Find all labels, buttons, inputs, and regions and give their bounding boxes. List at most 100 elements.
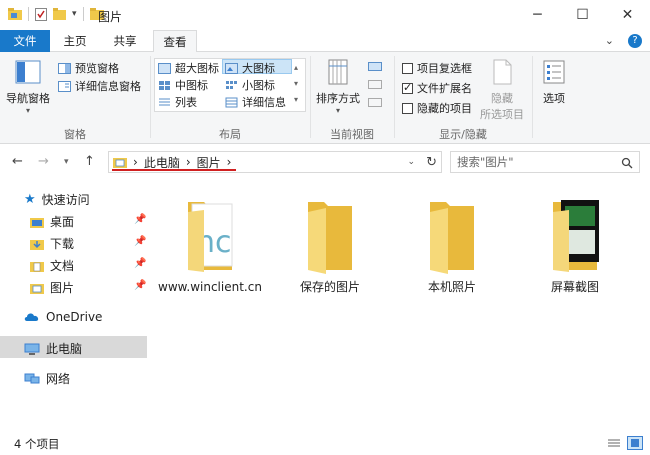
maximize-button[interactable]: ☐ bbox=[560, 0, 605, 30]
nav-pictures[interactable]: 图片 bbox=[30, 279, 74, 296]
folder-icon bbox=[430, 202, 474, 274]
group-label-layout: 布局 bbox=[219, 128, 241, 141]
file-extensions-label: 文件扩展名 bbox=[417, 82, 472, 95]
nav-quick-access[interactable]: ★ 快速访问 bbox=[24, 191, 90, 208]
details-label: 详细信息 bbox=[242, 96, 286, 109]
item-name: www.winclient.cn bbox=[158, 280, 262, 294]
hidden-items-checkbox[interactable] bbox=[402, 102, 413, 114]
content-area: nc www.winclient.cn 保存的图片 本机照片 屏幕截图 bbox=[150, 180, 650, 430]
recent-locations-icon[interactable]: ▾ bbox=[64, 157, 69, 167]
onedrive-cloud-icon bbox=[24, 313, 39, 321]
breadcrumb-this-pc[interactable]: 此电脑 bbox=[144, 154, 180, 171]
details-pane-label: 详细信息窗格 bbox=[75, 80, 141, 93]
nav-desktop[interactable]: 桌面 bbox=[30, 213, 74, 230]
options-label: 选项 bbox=[543, 92, 565, 105]
dropdown-arrow-icon: ▾ bbox=[335, 106, 340, 115]
tab-share[interactable]: 共享 bbox=[105, 30, 145, 52]
ribbon: 导航窗格 ▾ 预览窗格 详细信息窗格 窗格 超大图标 大图标 中图标 小图标 列… bbox=[0, 52, 650, 144]
preview-pane-button[interactable]: 预览窗格 bbox=[58, 60, 119, 76]
details-pane-icon bbox=[58, 80, 71, 92]
hide-selected-button[interactable]: 隐藏 所选项目 bbox=[480, 58, 524, 122]
nav-onedrive[interactable]: OneDrive bbox=[24, 310, 102, 324]
pictures-location-icon bbox=[113, 158, 127, 168]
folder-item[interactable]: 保存的图片 bbox=[275, 194, 385, 294]
collapse-ribbon-icon[interactable]: ⌄ bbox=[605, 34, 614, 48]
options-button[interactable]: 选项 bbox=[540, 58, 568, 106]
add-columns-icon[interactable] bbox=[368, 80, 382, 89]
properties-icon[interactable] bbox=[35, 7, 47, 21]
window-controls: ─ ☐ ✕ bbox=[515, 0, 650, 30]
layout-details[interactable]: 详细信息 bbox=[225, 94, 286, 110]
refresh-icon[interactable]: ↻ bbox=[426, 155, 437, 170]
nav-pane-button[interactable]: 导航窗格 ▾ bbox=[6, 58, 50, 115]
layout-scroll-arrows[interactable]: ▴ ▾ ▾ bbox=[294, 60, 298, 108]
item-name: 屏幕截图 bbox=[550, 280, 599, 294]
pin-icon[interactable]: 📌 bbox=[134, 280, 146, 291]
group-label-show-hide: 显示/隐藏 bbox=[439, 128, 487, 141]
customize-qat-icon[interactable]: ▾ bbox=[72, 9, 77, 19]
layout-large-icons[interactable]: 大图标 bbox=[225, 60, 275, 76]
pin-icon[interactable]: 📌 bbox=[134, 214, 146, 225]
file-extensions-checkbox[interactable] bbox=[402, 81, 413, 94]
new-folder-icon[interactable] bbox=[53, 8, 66, 20]
quick-access-toolbar: ▾ bbox=[8, 7, 104, 21]
layout-extra-large-icons[interactable]: 超大图标 bbox=[158, 60, 219, 76]
folder-item[interactable]: nc www.winclient.cn bbox=[155, 194, 265, 294]
nav-onedrive-label: OneDrive bbox=[46, 310, 103, 324]
status-bar: 4 个项目 bbox=[0, 432, 650, 455]
close-button[interactable]: ✕ bbox=[605, 0, 650, 30]
pin-icon[interactable]: 📌 bbox=[134, 236, 146, 247]
tab-file[interactable]: 文件 bbox=[0, 30, 50, 52]
navigation-bar: ← → ▾ ↑ › 此电脑 › 图片 › ⌄ ↻ 搜索"图片" bbox=[0, 146, 650, 178]
preview-pane-label: 预览窗格 bbox=[75, 62, 119, 75]
small-icons-label: 小图标 bbox=[242, 79, 275, 92]
layout-small-icons[interactable]: 小图标 bbox=[225, 77, 275, 93]
large-icons-view-icon[interactable] bbox=[627, 436, 643, 450]
address-dropdown-icon[interactable]: ⌄ bbox=[407, 157, 415, 167]
breadcrumb-separator[interactable]: › bbox=[227, 155, 232, 169]
back-icon[interactable]: ← bbox=[12, 154, 23, 169]
group-divider bbox=[532, 56, 533, 138]
layout-list[interactable]: 列表 bbox=[158, 94, 197, 110]
nav-documents-label: 文档 bbox=[50, 259, 75, 273]
medium-icons-icon bbox=[159, 80, 170, 90]
help-icon[interactable]: ? bbox=[628, 34, 642, 48]
nav-this-pc[interactable]: 此电脑 bbox=[24, 340, 82, 357]
tab-bar-right: ⌄ ? bbox=[605, 34, 642, 48]
pin-icon[interactable]: 📌 bbox=[134, 258, 146, 269]
hide-selected-label-line1: 隐藏 bbox=[491, 92, 513, 105]
search-icon[interactable] bbox=[621, 157, 633, 169]
size-columns-icon[interactable] bbox=[368, 98, 382, 107]
nav-network[interactable]: 网络 bbox=[24, 370, 70, 387]
nav-documents[interactable]: 文档 bbox=[30, 257, 74, 274]
hidden-items-toggle[interactable]: 隐藏的项目 bbox=[402, 100, 472, 116]
breadcrumb-pictures[interactable]: 图片 bbox=[197, 154, 221, 171]
details-view-icon[interactable] bbox=[606, 436, 622, 450]
file-extensions-toggle[interactable]: 文件扩展名 bbox=[402, 80, 472, 96]
item-checkboxes-checkbox[interactable] bbox=[402, 62, 413, 74]
medium-icons-label: 中图标 bbox=[175, 79, 208, 92]
star-icon: ★ bbox=[24, 192, 36, 207]
nav-downloads[interactable]: 下载 bbox=[30, 235, 74, 252]
tab-view[interactable]: 查看 bbox=[153, 30, 197, 53]
up-icon[interactable]: ↑ bbox=[84, 154, 95, 169]
search-input[interactable]: 搜索"图片" bbox=[450, 151, 640, 173]
details-pane-button[interactable]: 详细信息窗格 bbox=[58, 78, 141, 94]
sort-by-button[interactable]: 排序方式 ▾ bbox=[316, 58, 360, 115]
folder-item[interactable]: 本机照片 bbox=[397, 194, 507, 294]
group-by-icon[interactable] bbox=[368, 62, 382, 71]
item-count: 4 个项目 bbox=[14, 437, 60, 451]
folder-item[interactable]: 屏幕截图 bbox=[520, 194, 630, 294]
forward-icon[interactable]: → bbox=[38, 154, 49, 169]
layout-medium-icons[interactable]: 中图标 bbox=[158, 77, 208, 93]
folder-thumbnail-icon bbox=[553, 200, 599, 272]
item-checkboxes-toggle[interactable]: 项目复选框 bbox=[402, 60, 472, 76]
breadcrumb-separator[interactable]: › bbox=[186, 155, 191, 169]
tab-home[interactable]: 主页 bbox=[55, 30, 95, 52]
options-icon bbox=[543, 60, 565, 84]
extra-large-icons-label: 超大图标 bbox=[175, 62, 219, 75]
sort-by-icon bbox=[328, 59, 348, 85]
breadcrumb-separator[interactable]: › bbox=[133, 155, 138, 169]
small-icons-icon bbox=[226, 80, 237, 89]
minimize-button[interactable]: ─ bbox=[515, 0, 560, 30]
